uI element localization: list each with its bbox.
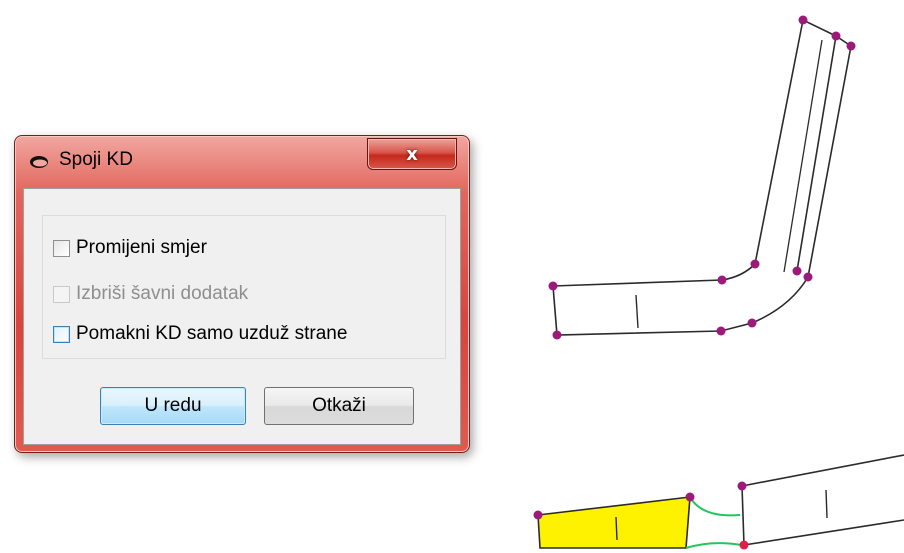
- ok-button[interactable]: U redu: [100, 387, 246, 425]
- option-label: Pomakni KD samo uzduž strane: [76, 323, 348, 344]
- bent-piece-vertices: [548, 15, 856, 340]
- option-move-along-side[interactable]: Pomakni KD samo uzduž strane: [53, 322, 347, 346]
- green-connectors: [685, 496, 743, 549]
- close-button[interactable]: x: [367, 138, 457, 170]
- app-logo-icon: [30, 156, 48, 168]
- options-group: Promijeni smjer Izbriši šavni dodatak Po…: [42, 215, 446, 359]
- bent-pattern-piece[interactable]: [552, 18, 852, 336]
- yellow-pattern-piece[interactable]: [537, 496, 691, 549]
- right-pattern-piece[interactable]: [741, 454, 904, 546]
- piece-outline-outer: [552, 35, 852, 336]
- option-label: Promijeni smjer: [76, 237, 207, 258]
- cancel-button[interactable]: Otkaži: [264, 387, 414, 425]
- dialog-titlebar[interactable]: Spoji KD x: [15, 136, 469, 188]
- checkbox-delete-seam-allowance: [53, 285, 70, 303]
- option-change-direction[interactable]: Promijeni smjer: [53, 236, 207, 260]
- grain-line-mark: [635, 294, 639, 329]
- checkbox-move-along-side[interactable]: [53, 325, 70, 343]
- option-delete-seam-allowance: Izbriši šavni dodatak: [53, 282, 248, 306]
- dialog-client-area: Promijeni smjer Izbriši šavni dodatak Po…: [23, 188, 461, 445]
- dialog-title: Spoji KD: [59, 149, 133, 170]
- close-icon: x: [406, 143, 418, 165]
- piece-outline-inner: [552, 18, 837, 287]
- checkbox-change-direction[interactable]: [53, 239, 70, 257]
- join-dialog: Spoji KD x Promijeni smjer Izbriši šavni…: [14, 135, 470, 453]
- option-label: Izbriši šavni dodatak: [76, 283, 249, 304]
